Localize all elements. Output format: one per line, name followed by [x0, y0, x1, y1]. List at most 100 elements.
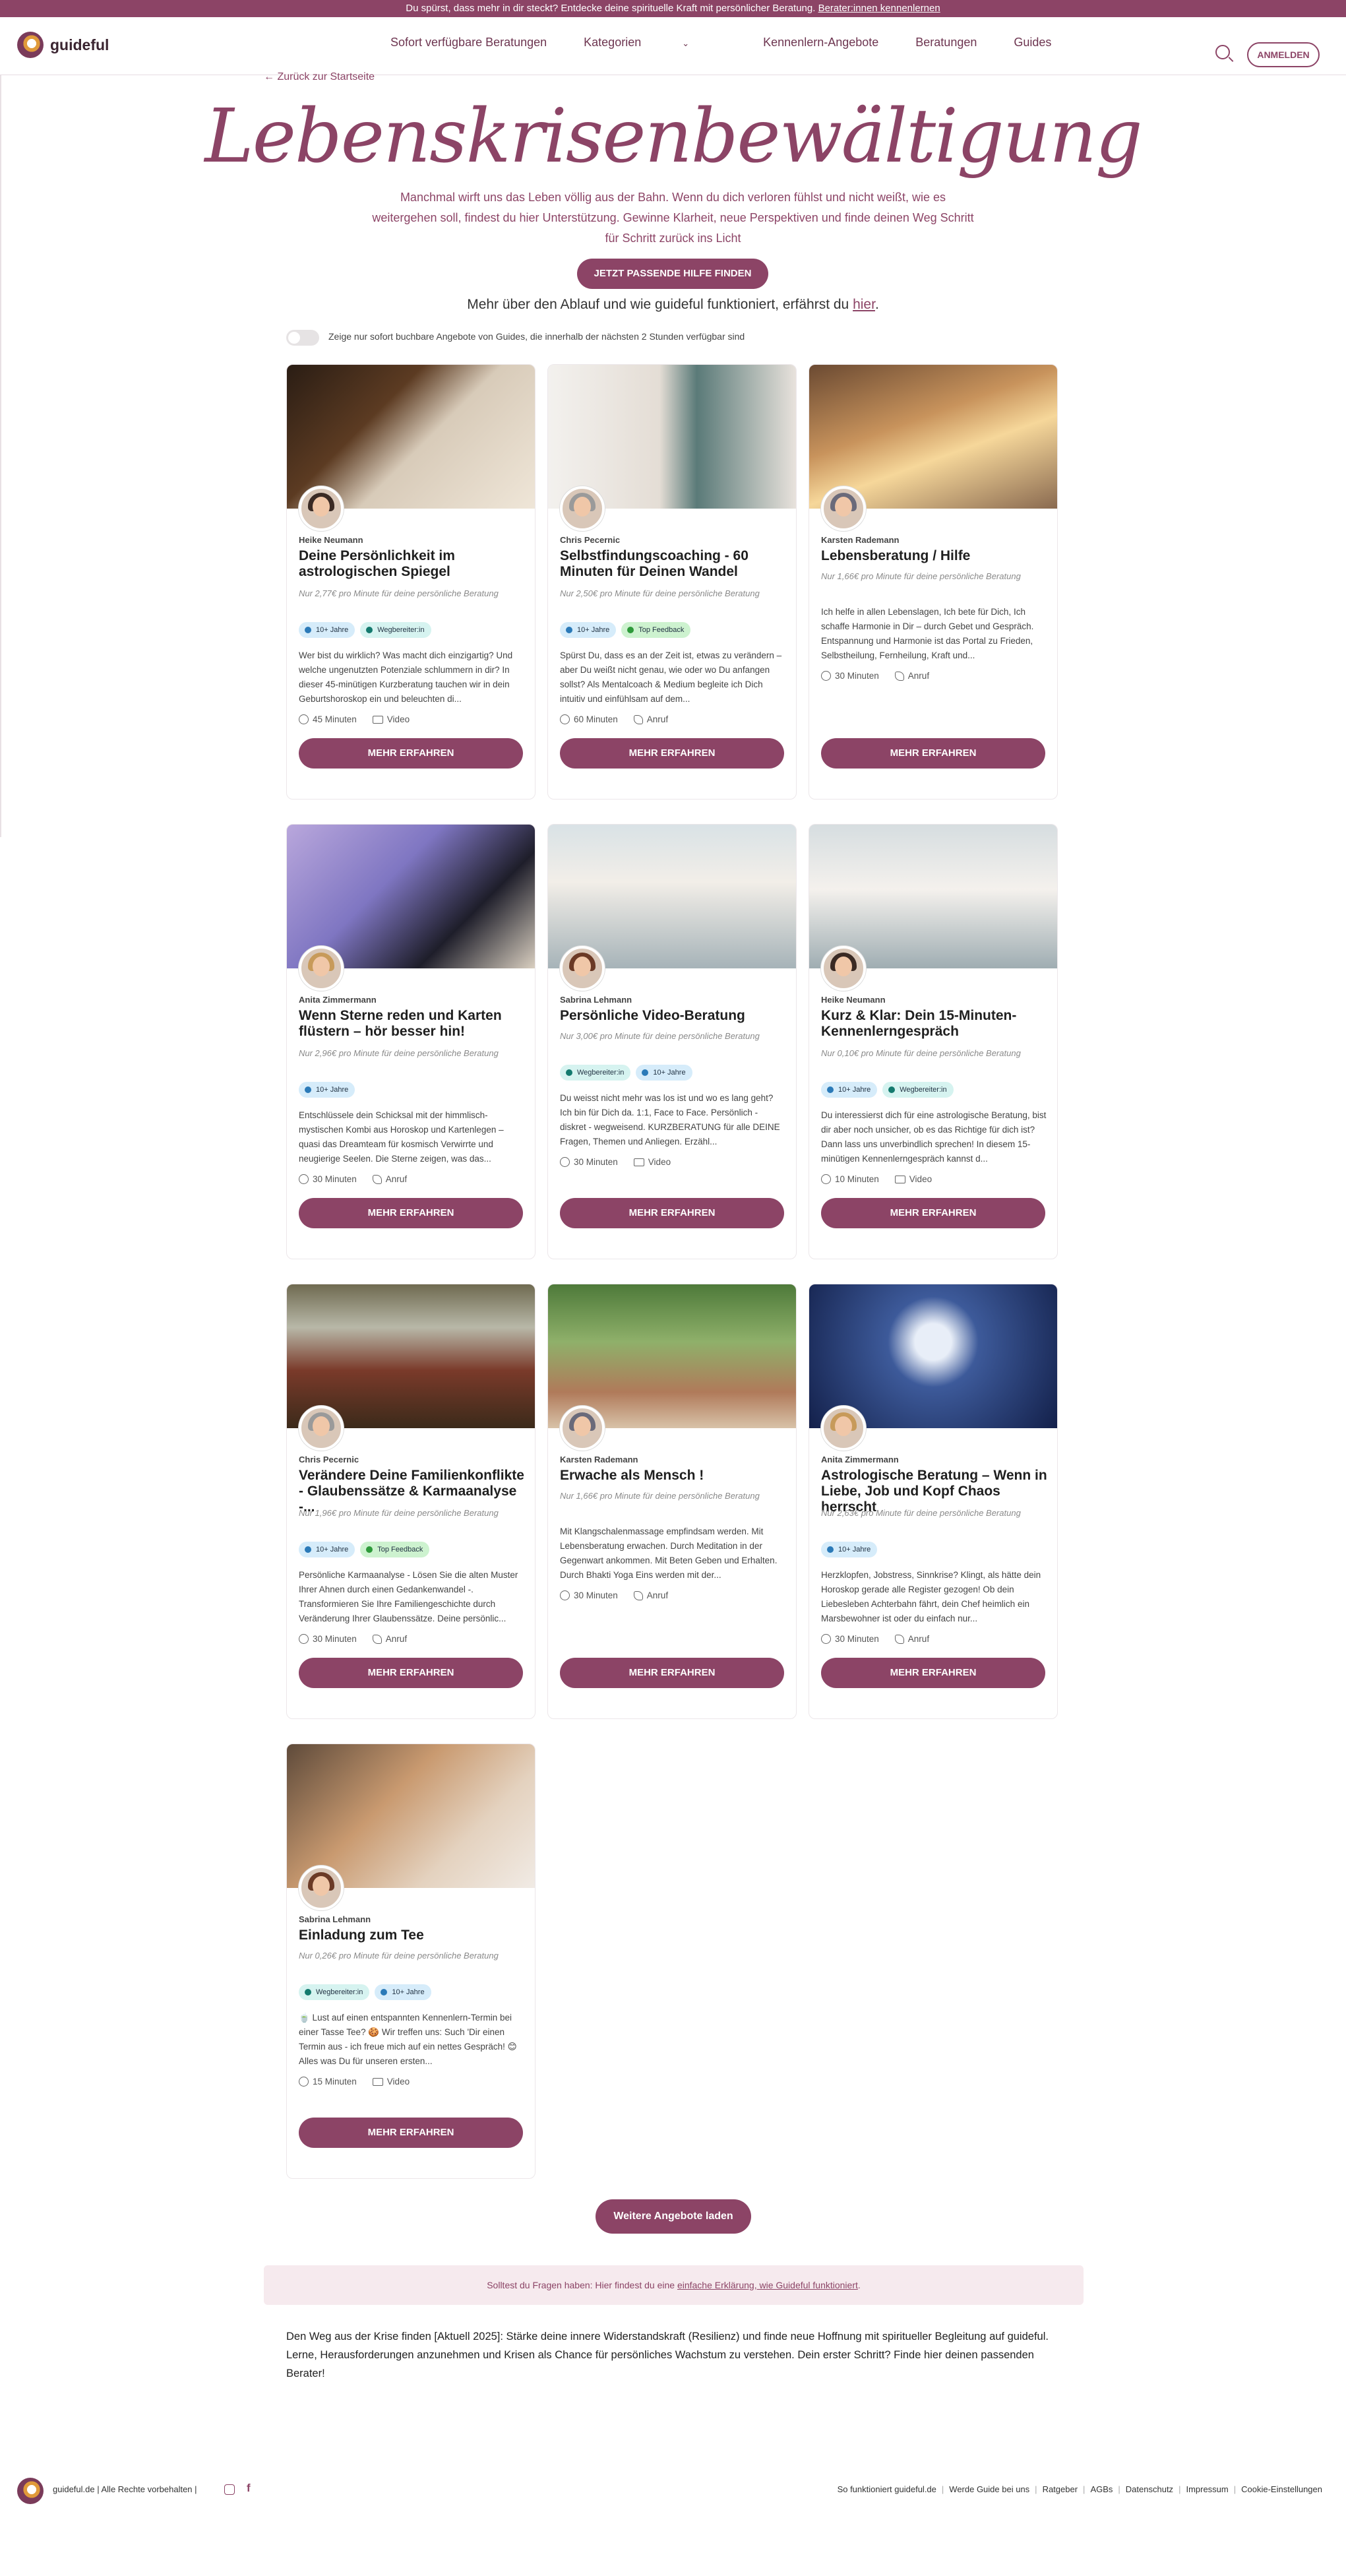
- offer-title[interactable]: Persönliche Video-Beratung: [560, 1008, 787, 1024]
- offer-meta: 30 Minuten Anruf: [299, 1174, 407, 1184]
- more-info-button[interactable]: MEHR ERFAHREN: [299, 738, 523, 769]
- offer-card[interactable]: Chris Pecernic Selbstfindungscoaching - …: [547, 364, 797, 800]
- faq-link[interactable]: einfache Erklärung, wie Guideful funktio…: [677, 2280, 858, 2290]
- video-icon: [372, 2077, 383, 2086]
- availability-toggle[interactable]: [286, 330, 319, 346]
- badge-row: 10+ Jahre Top Feedback: [299, 1542, 430, 1557]
- faq-hint: Solltest du Fragen haben: Hier findest d…: [264, 2265, 1084, 2305]
- load-more-button[interactable]: Weitere Angebote laden: [596, 2199, 751, 2234]
- find-help-button[interactable]: JETZT PASSENDE HILFE FINDEN: [577, 259, 768, 289]
- offer-card[interactable]: Anita Zimmermann Astrologische Beratung …: [809, 1284, 1058, 1719]
- nav-beratungen[interactable]: Beratungen: [915, 36, 977, 49]
- back-link-label: Zurück zur Startseite: [277, 71, 375, 82]
- footer-link[interactable]: So funktioniert guideful.de: [838, 2484, 936, 2494]
- facebook-icon[interactable]: f: [247, 2482, 251, 2495]
- mode-label: Anruf: [385, 1174, 408, 1184]
- more-info-button[interactable]: MEHR ERFAHREN: [560, 1658, 784, 1688]
- faq-text: Solltest du Fragen haben: Hier findest d…: [487, 2280, 675, 2290]
- offer-meta: 30 Minuten Anruf: [299, 1634, 407, 1644]
- more-info-button[interactable]: MEHR ERFAHREN: [821, 738, 1045, 769]
- status-badge: 10+ Jahre: [560, 622, 617, 638]
- mode-label: Video: [648, 1157, 671, 1167]
- left-divider: [0, 75, 1, 837]
- offer-card[interactable]: Chris Pecernic Verändere Deine Familienk…: [286, 1284, 535, 1719]
- footer-link[interactable]: Werde Guide bei uns: [949, 2484, 1029, 2494]
- nav-guides[interactable]: Guides: [1014, 36, 1051, 49]
- offer-card[interactable]: Sabrina Lehmann Einladung zum Tee Nur 0,…: [286, 1744, 535, 2179]
- footer-links: So funktioniert guideful.de | Werde Guide…: [837, 2484, 1322, 2494]
- login-button[interactable]: ANMELDEN: [1247, 42, 1320, 67]
- banner-link[interactable]: Berater:innen kennenlernen: [818, 3, 940, 14]
- mode: Anruf: [633, 714, 668, 724]
- duration-label: 60 Minuten: [574, 714, 618, 724]
- nav-kategorien[interactable]: Kategorien ⌄: [584, 36, 726, 49]
- offer-card[interactable]: Heike Neumann Deine Persönlichkeit im as…: [286, 364, 535, 800]
- more-info-button[interactable]: MEHR ERFAHREN: [299, 1198, 523, 1228]
- status-badge: Top Feedback: [621, 622, 691, 638]
- more-info-button[interactable]: MEHR ERFAHREN: [299, 2118, 523, 2148]
- more-info-button[interactable]: MEHR ERFAHREN: [560, 738, 784, 769]
- duration: 30 Minuten: [560, 1590, 618, 1600]
- video-icon: [633, 1158, 644, 1166]
- offer-card[interactable]: Anita Zimmermann Wenn Sterne reden und K…: [286, 824, 535, 1259]
- badge-row: 10+ Jahre Wegbereiter:in: [821, 1082, 954, 1098]
- duration-label: 45 Minuten: [313, 714, 357, 724]
- guide-name: Sabrina Lehmann: [299, 1914, 371, 1924]
- mode-label: Anruf: [385, 1634, 408, 1644]
- status-badge: Top Feedback: [360, 1542, 430, 1557]
- footer-link[interactable]: Datenschutz: [1126, 2484, 1173, 2494]
- duration-label: 30 Minuten: [574, 1157, 618, 1167]
- more-info-button[interactable]: MEHR ERFAHREN: [299, 1658, 523, 1688]
- status-badge: 10+ Jahre: [299, 1542, 355, 1557]
- footer-link[interactable]: AGBs: [1090, 2484, 1113, 2494]
- brand[interactable]: guideful: [17, 32, 109, 58]
- offer-title[interactable]: Selbstfindungscoaching - 60 Minuten für …: [560, 548, 787, 580]
- more-info-button[interactable]: MEHR ERFAHREN: [821, 1658, 1045, 1688]
- offer-card[interactable]: Karsten Rademann Lebensberatung / Hilfe …: [809, 364, 1058, 800]
- clock-icon: [821, 671, 831, 681]
- offer-price: Nur 1,66€ pro Minute für deine persönlic…: [560, 1491, 760, 1501]
- more-info-button[interactable]: MEHR ERFAHREN: [560, 1198, 784, 1228]
- offer-description: Spürst Du, dass es an der Zeit ist, etwa…: [560, 650, 782, 704]
- status-badge: 10+ Jahre: [636, 1065, 692, 1081]
- duration-label: 10 Minuten: [835, 1174, 879, 1184]
- badge-row: 10+ Jahre Wegbereiter:in: [299, 622, 431, 638]
- offer-meta: 45 Minuten Video: [299, 714, 410, 724]
- offer-title[interactable]: Einladung zum Tee: [299, 1928, 526, 1943]
- offer-meta: 30 Minuten Anruf: [821, 1634, 929, 1644]
- more-info-button[interactable]: MEHR ERFAHREN: [821, 1198, 1045, 1228]
- mode: Anruf: [894, 671, 929, 681]
- guide-name: Karsten Rademann: [821, 535, 900, 545]
- offer-price: Nur 3,00€ pro Minute für deine persönlic…: [560, 1031, 760, 1041]
- back-link[interactable]: ← Zurück zur Startseite: [264, 71, 375, 83]
- clock-icon: [299, 2077, 309, 2087]
- status-badge: Wegbereiter:in: [360, 622, 431, 638]
- more-info-link[interactable]: hier: [853, 297, 875, 312]
- offer-price: Nur 0,26€ pro Minute für deine persönlic…: [299, 1951, 499, 1961]
- footer-logo-icon: [17, 2478, 44, 2504]
- status-badge: Wegbereiter:in: [560, 1065, 631, 1081]
- offer-card[interactable]: Heike Neumann Kurz & Klar: Dein 15-Minut…: [809, 824, 1058, 1259]
- more-info-text: Mehr über den Ablauf und wie guideful fu…: [467, 297, 849, 312]
- search-icon[interactable]: [1215, 45, 1230, 59]
- offer-title[interactable]: Erwache als Mensch !: [560, 1468, 787, 1484]
- offer-title[interactable]: Deine Persönlichkeit im astrologischen S…: [299, 548, 526, 580]
- offer-card[interactable]: Sabrina Lehmann Persönliche Video-Beratu…: [547, 824, 797, 1259]
- instagram-icon[interactable]: [224, 2484, 235, 2495]
- footer-link[interactable]: Impressum: [1186, 2484, 1228, 2494]
- duration-label: 30 Minuten: [313, 1174, 357, 1184]
- avatar: [560, 1406, 605, 1451]
- footer-link[interactable]: Cookie-Einstellungen: [1241, 2484, 1322, 2494]
- nav-sofort-verfuegbar[interactable]: Sofort verfügbare Beratungen: [390, 36, 547, 49]
- mode: Anruf: [372, 1174, 408, 1184]
- offer-card[interactable]: Karsten Rademann Erwache als Mensch ! Nu…: [547, 1284, 797, 1719]
- nav-kennenlern-angebote[interactable]: Kennenlern-Angebote: [763, 36, 878, 49]
- guide-name: Chris Pecernic: [560, 535, 621, 545]
- mode-label: Anruf: [646, 1590, 669, 1600]
- duration: 15 Minuten: [299, 2077, 357, 2087]
- footer-link[interactable]: Ratgeber: [1043, 2484, 1078, 2494]
- offer-title[interactable]: Kurz & Klar: Dein 15-Minuten-Kennenlerng…: [821, 1008, 1048, 1040]
- offer-title[interactable]: Lebensberatung / Hilfe: [821, 548, 1048, 564]
- status-badge: 10+ Jahre: [375, 1984, 431, 2000]
- offer-title[interactable]: Wenn Sterne reden und Karten flüstern – …: [299, 1008, 526, 1040]
